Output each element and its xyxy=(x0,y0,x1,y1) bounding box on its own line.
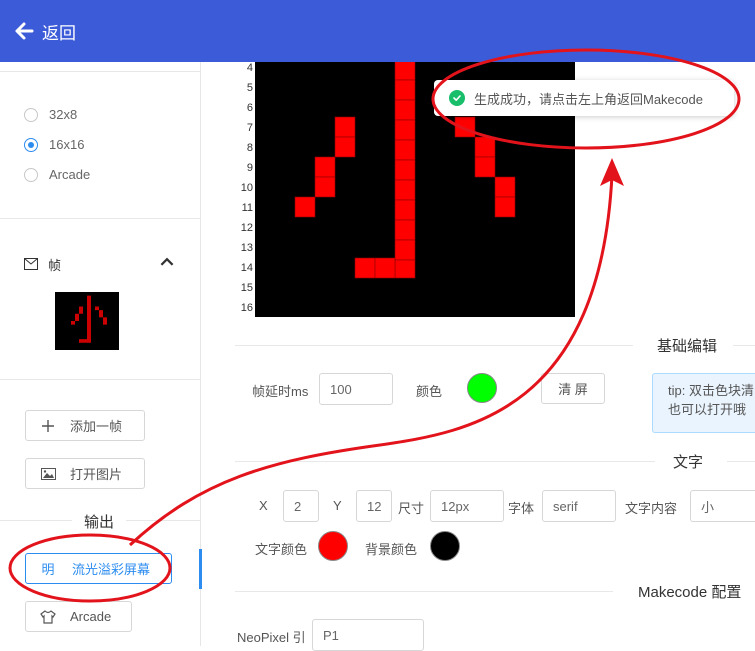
size-option-16x16[interactable]: 16x16 xyxy=(24,137,84,152)
size-option-32x8[interactable]: 32x8 xyxy=(24,107,77,122)
row-number: 15 xyxy=(240,282,253,294)
row-number: 8 xyxy=(246,142,253,154)
neopixel-pin-label: NeoPixel 引 xyxy=(237,630,306,645)
neopixel-screen-output-button[interactable]: 明 流光溢彩屏幕 xyxy=(25,553,172,584)
output-title: 输出 xyxy=(72,511,127,532)
size-option-arcade[interactable]: Arcade xyxy=(24,167,90,182)
mail-icon xyxy=(24,258,48,270)
output-button-label: 流光溢彩屏幕 xyxy=(72,562,151,577)
divider xyxy=(235,345,633,346)
divider xyxy=(0,379,200,380)
basic-edit-title: 基础编辑 xyxy=(657,335,718,356)
divider xyxy=(0,218,200,219)
frames-label: 帧 xyxy=(48,257,62,273)
back-button[interactable]: 返回 xyxy=(14,19,76,43)
row-number: 16 xyxy=(240,302,253,314)
background-color-swatch[interactable] xyxy=(430,531,460,561)
tip-box: tip: 双击色块清 也可以打开哦 xyxy=(652,373,755,433)
color-swatch[interactable] xyxy=(467,373,497,403)
row-number: 11 xyxy=(241,202,253,214)
plus-icon xyxy=(40,419,56,432)
y-input[interactable]: 12 xyxy=(356,490,392,522)
back-label: 返回 xyxy=(42,23,76,43)
open-image-button[interactable]: 打开图片 xyxy=(25,458,145,489)
text-color-label: 文字颜色 xyxy=(255,542,308,557)
radio-icon[interactable] xyxy=(24,167,38,182)
divider xyxy=(733,345,755,346)
tip-line: tip: 双击色块清 xyxy=(668,383,754,398)
size-option-label: Arcade xyxy=(49,167,91,182)
add-frame-button[interactable]: 添加一帧 xyxy=(25,410,145,441)
lightbulb-icon: 明 xyxy=(41,562,55,577)
font-label: 字体 xyxy=(508,501,535,516)
active-indicator xyxy=(199,549,202,589)
background-color-label: 背景颜色 xyxy=(365,542,418,557)
row-number: 14 xyxy=(240,262,253,274)
frame-delay-label: 帧延时ms xyxy=(252,384,309,399)
add-frame-label: 添加一帧 xyxy=(70,419,123,434)
row-number: 12 xyxy=(240,222,253,234)
radio-icon[interactable] xyxy=(24,107,38,122)
divider xyxy=(727,461,755,462)
text-section-title: 文字 xyxy=(673,451,704,472)
row-number: 10 xyxy=(240,182,253,194)
toast-message: 生成成功，请点击左上角返回Makecode xyxy=(474,91,703,107)
x-input[interactable]: 2 xyxy=(283,490,319,522)
divider xyxy=(235,591,613,592)
check-circle-icon xyxy=(449,90,465,106)
chevron-up-icon[interactable] xyxy=(160,256,184,271)
row-number: 13 xyxy=(240,242,253,254)
frame-thumbnail[interactable] xyxy=(55,292,119,350)
text-color-swatch[interactable] xyxy=(318,531,348,561)
frame-delay-input[interactable]: 100 xyxy=(319,373,393,405)
shirt-icon xyxy=(40,609,56,624)
row-number: 4 xyxy=(246,62,253,74)
success-toast: 生成成功，请点击左上角返回Makecode xyxy=(434,80,734,116)
divider xyxy=(235,461,655,462)
frame-thumbnail-pixels xyxy=(71,295,107,343)
divider xyxy=(0,71,200,72)
frames-panel-header[interactable]: 帧 xyxy=(24,256,184,273)
size-input[interactable]: 12px xyxy=(430,490,504,522)
clear-screen-button[interactable]: 清 屏 xyxy=(541,373,605,404)
radio-checked-icon[interactable] xyxy=(24,137,38,152)
row-number: 9 xyxy=(246,162,253,174)
arrow-left-icon xyxy=(14,21,34,41)
size-label: 尺寸 xyxy=(398,501,425,516)
image-icon xyxy=(40,467,56,480)
font-input[interactable]: serif xyxy=(542,490,616,522)
open-image-label: 打开图片 xyxy=(70,467,123,482)
size-option-label: 32x8 xyxy=(49,107,78,122)
text-content-label: 文字内容 xyxy=(625,501,678,516)
annotation-arrowhead xyxy=(600,158,624,186)
row-number: 7 xyxy=(246,122,253,134)
color-label: 颜色 xyxy=(416,384,443,399)
tip-line: 也可以打开哦 xyxy=(668,402,747,417)
text-content-input[interactable]: 小 xyxy=(690,490,755,522)
arcade-output-button[interactable]: Arcade xyxy=(25,601,132,632)
size-option-label: 16x16 xyxy=(49,137,85,152)
top-bar: 返回 xyxy=(0,0,755,62)
makecode-config-title: Makecode 配置 xyxy=(638,581,742,602)
y-label: Y xyxy=(333,498,342,513)
output-button-label: Arcade xyxy=(70,609,112,624)
row-number: 6 xyxy=(246,102,253,114)
neopixel-pin-input[interactable]: P1 xyxy=(312,619,424,651)
row-number: 5 xyxy=(246,82,253,94)
x-label: X xyxy=(259,498,268,513)
